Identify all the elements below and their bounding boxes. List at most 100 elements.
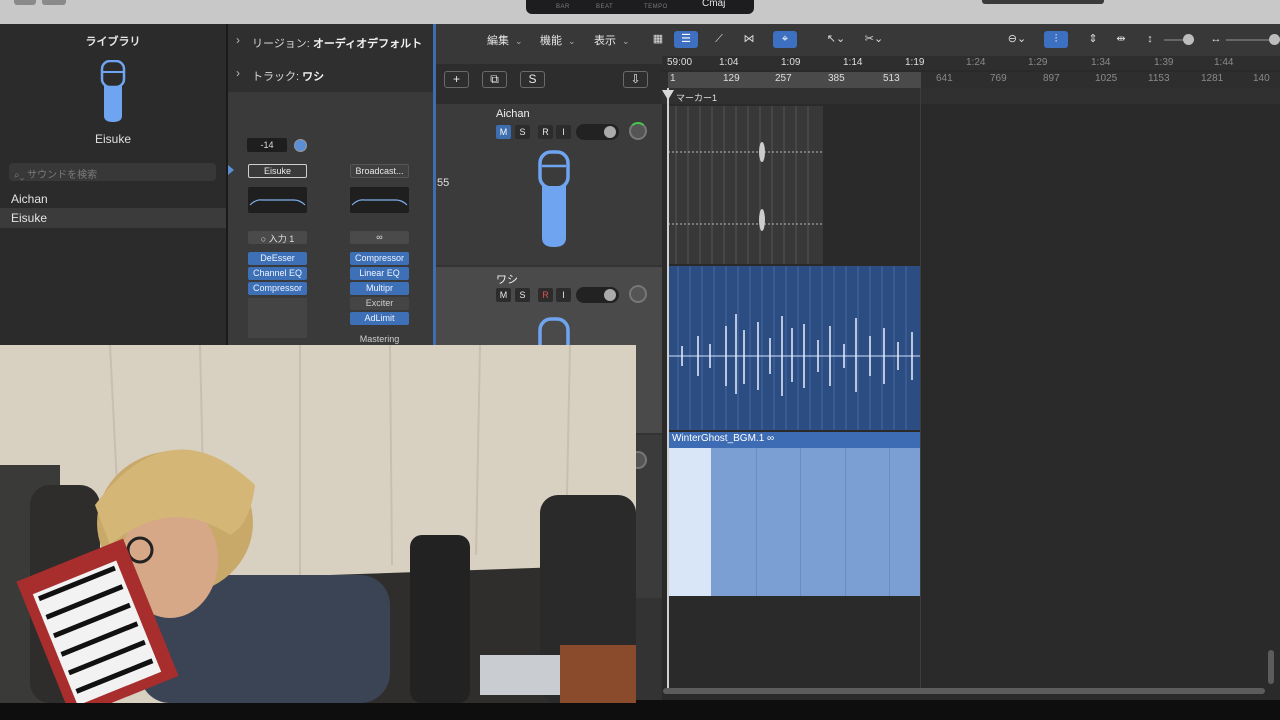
sound-search-input[interactable]: ⌕⌄ サウンドを検索 [9, 163, 216, 181]
more-options-icon[interactable]: ⊖⌄ [1002, 31, 1032, 48]
region-selection [668, 448, 711, 596]
region-divider [889, 448, 890, 596]
add-track-button[interactable]: + [444, 71, 469, 88]
time-tick-label: 1:34 [1091, 57, 1111, 68]
track-inspector-header[interactable]: › トラック: ワシ [228, 59, 433, 89]
plugin-slot[interactable]: Linear EQ [350, 267, 409, 280]
lcd-beat-label: BEAT [596, 4, 614, 10]
library-item[interactable]: Aichan [0, 189, 226, 209]
solo-button[interactable]: S [515, 288, 530, 302]
record-enable-button[interactable]: R [538, 125, 553, 139]
plugin-slot[interactable]: Compressor [248, 282, 307, 295]
track-volume-slider[interactable] [576, 287, 619, 303]
audio-region-bgm[interactable]: WinterGhost_BGM.1 ∞ [668, 432, 920, 596]
catch-playhead-icon[interactable]: ⌖ [773, 31, 797, 48]
track-name[interactable]: ワシ [496, 271, 518, 287]
global-solo-button[interactable]: S [520, 71, 545, 88]
bar-tick-label: 1025 [1095, 73, 1118, 84]
master-volume-slider[interactable] [982, 0, 1104, 4]
chevron-right-icon: › [236, 33, 240, 47]
library-item[interactable]: Eisuke [0, 208, 226, 228]
volume-value[interactable]: -14 [247, 138, 287, 152]
import-button[interactable]: ⇩ [623, 71, 648, 88]
bar-tick-label: 897 [1043, 73, 1060, 84]
time-tick-label: 1:04 [719, 57, 739, 68]
region-divider [845, 448, 846, 596]
plugin-slot[interactable]: DeEsser [248, 252, 307, 265]
pan-knob[interactable] [629, 122, 647, 140]
lcd-display[interactable]: BAR BEAT TEMPO Cmaj [526, 0, 754, 14]
webcam-video [0, 345, 636, 703]
eq-thumbnail[interactable] [248, 187, 307, 213]
waveform-zoom-icon[interactable]: ⫶ [1044, 31, 1068, 48]
grid-view-icon[interactable]: ▦ [646, 31, 670, 48]
region-divider [800, 448, 801, 596]
bar-tick-label: 1 [670, 73, 676, 84]
horizontal-fit-icon[interactable]: ⇹ [1109, 31, 1133, 48]
bar-tick-label: 641 [936, 73, 953, 84]
track-volume-slider[interactable] [576, 124, 619, 140]
plugin-slot[interactable]: Channel EQ [248, 267, 307, 280]
scissors-tool-icon[interactable]: ✂⌄ [860, 31, 888, 48]
horizontal-scrollbar[interactable] [663, 688, 1265, 694]
bar-tick-label: 513 [883, 73, 900, 84]
edit-menu[interactable]: 編集 ⌄ [487, 32, 523, 48]
inspector-toggle-button[interactable] [42, 0, 66, 5]
functions-menu[interactable]: 機能 ⌄ [540, 32, 576, 48]
track-name[interactable]: Aichan [496, 108, 530, 120]
region-title[interactable]: WinterGhost_BGM.1 ∞ [672, 433, 774, 444]
input-slot[interactable]: ○ 入力 1 [248, 231, 307, 244]
automation-icon[interactable]: ⟋ [707, 31, 731, 48]
pan-knob[interactable] [629, 285, 647, 303]
playhead[interactable] [667, 88, 669, 688]
time-tick-label: 1:39 [1154, 57, 1174, 68]
vertical-zoom-icon[interactable]: ↕ [1138, 31, 1162, 48]
pan-knob[interactable] [294, 139, 307, 152]
horizontal-zoom-slider[interactable] [1226, 34, 1280, 45]
record-enable-button[interactable]: R [538, 288, 553, 302]
bar-tick-label: 385 [828, 73, 845, 84]
audio-region-aichan[interactable] [668, 106, 823, 264]
playhead-handle[interactable] [662, 90, 674, 100]
plugin-slot[interactable]: AdLimit [350, 312, 409, 325]
region-inspector-header[interactable]: › リージョン: オーディオデフォルト [228, 26, 433, 56]
eq-thumbnail[interactable] [350, 187, 409, 213]
plugin-slot[interactable]: Multipr [350, 282, 409, 295]
audio-region-washi[interactable] [668, 266, 920, 430]
empty-plugin-area [248, 298, 307, 338]
patch-name-button[interactable]: Broadcast... [350, 164, 409, 178]
flex-icon[interactable]: ⋈ [737, 31, 761, 48]
bar-tick-label: 769 [990, 73, 1007, 84]
plugin-slot[interactable]: Exciter [350, 297, 409, 310]
horizontal-zoom-icon[interactable]: ↔ [1204, 31, 1228, 48]
solo-button[interactable]: S [515, 125, 530, 139]
input-monitor-button[interactable]: I [556, 288, 571, 302]
input-monitor-icon: ○ [260, 234, 269, 244]
track-number: 55 [437, 177, 450, 189]
time-tick-label: 59:00 [667, 57, 693, 68]
track-header-actions: + ⧉ S ⇩ [436, 64, 662, 104]
mute-button[interactable]: M [496, 125, 511, 139]
lcd-key-value: Cmaj [702, 0, 726, 9]
waveform [668, 266, 920, 430]
library-toggle-button[interactable] [14, 0, 36, 5]
track-header-aichan[interactable]: Aichan 55 M S R I [436, 104, 662, 265]
marker-track[interactable] [662, 88, 1280, 104]
pointer-tool-icon[interactable]: ↖⌄ [822, 31, 850, 48]
bottom-bar [0, 700, 1280, 720]
link-icon[interactable]: ∞ [350, 231, 409, 244]
duplicate-track-button[interactable]: ⧉ [482, 71, 507, 88]
chevron-right-icon: › [236, 66, 240, 80]
marker-label[interactable]: マーカー1 [676, 91, 717, 104]
region-value: オーディオデフォルト [312, 38, 423, 50]
input-monitor-button[interactable]: I [556, 125, 571, 139]
mute-button[interactable]: M [496, 288, 511, 302]
plugin-slot[interactable]: Compressor [350, 252, 409, 265]
search-icon: ⌕⌄ [14, 170, 28, 181]
view-menu[interactable]: 表示 ⌄ [594, 32, 630, 48]
vertical-zoom-slider[interactable] [1164, 34, 1194, 45]
patch-name-button[interactable]: Eisuke [248, 164, 307, 178]
list-view-icon[interactable]: ☰ [674, 31, 698, 48]
vertical-fit-icon[interactable]: ⇕ [1081, 31, 1105, 48]
vertical-scrollbar[interactable] [1268, 650, 1274, 684]
